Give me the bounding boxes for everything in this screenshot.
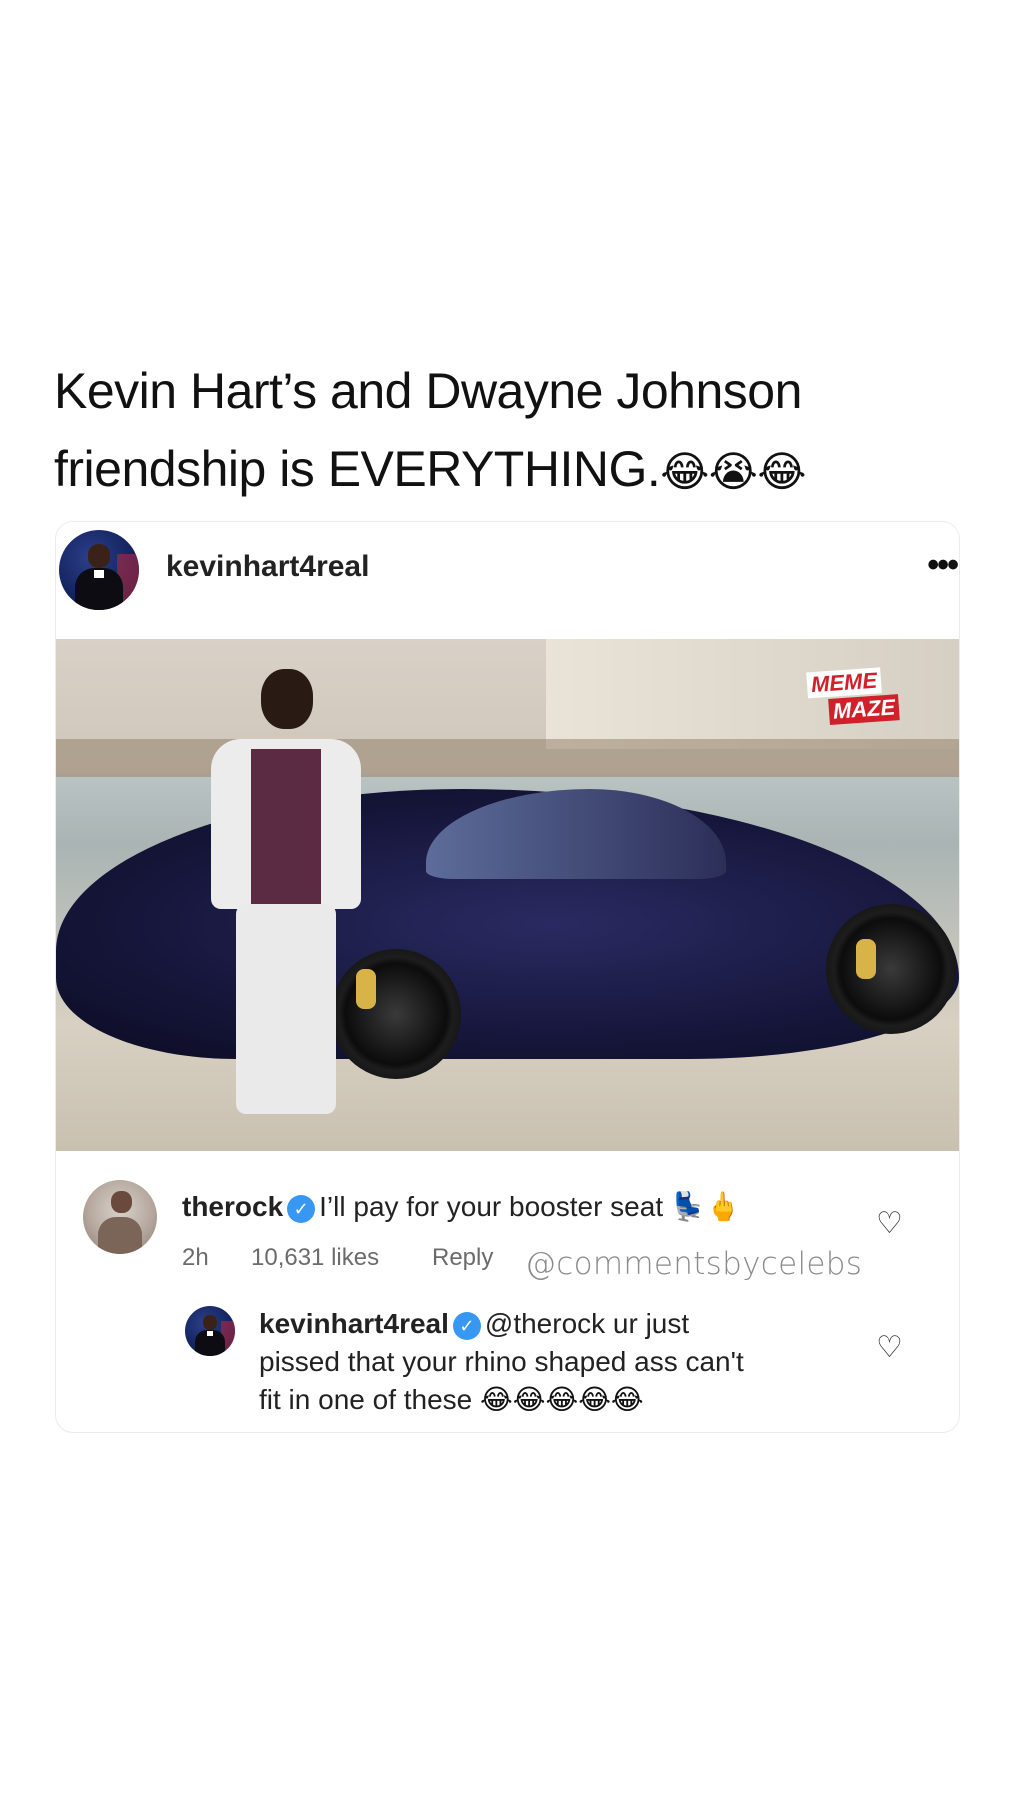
- comment-1-username[interactable]: therock: [182, 1191, 283, 1222]
- avatar[interactable]: [59, 530, 139, 610]
- comment-2-username[interactable]: kevinhart4real: [259, 1308, 449, 1339]
- comment-1-line: therock ✓ I’ll pay for your booster seat 💺…: [182, 1190, 741, 1223]
- therock-avatar[interactable]: [83, 1180, 157, 1254]
- comment-2-line1: @therock ur just: [484, 1308, 690, 1339]
- caption-emojis: 😂😭😂: [660, 447, 806, 496]
- caption-line-2-text: friendship is EVERYTHING.: [54, 441, 661, 497]
- verified-badge-icon: ✓: [452, 1311, 481, 1340]
- comment-1-time: 2h: [182, 1244, 209, 1271]
- like-heart-icon[interactable]: ♡: [876, 1330, 903, 1365]
- like-heart-icon[interactable]: ♡: [876, 1206, 903, 1241]
- comment-2-line2: pissed that your rhino shaped ass can't: [259, 1346, 744, 1377]
- post-photo: MEME MAZE: [56, 639, 959, 1151]
- post-username[interactable]: kevinhart4real: [166, 550, 369, 584]
- post-header: kevinhart4real •••: [56, 522, 959, 637]
- comment-1-emoji: 💺🖕: [670, 1190, 741, 1223]
- comment-2-body: kevinhart4real ✓ @therock ur just pissed t…: [259, 1305, 744, 1419]
- meme-maze-watermark: MEME MAZE: [806, 666, 908, 727]
- verified-badge-icon: ✓: [287, 1194, 316, 1223]
- comment-kevinhart-reply: kevinhart4real ✓ @therock ur just pissed t…: [56, 1303, 959, 1423]
- comment-1-text: I’ll pay for your booster seat: [319, 1191, 664, 1222]
- post-caption: Kevin Hart’s and Dwayne Johnson friendsh…: [54, 352, 954, 511]
- instagram-post-card: kevinhart4real ••• MEME MAZE therock ✓ I’l…: [55, 521, 960, 1433]
- reply-button[interactable]: Reply: [432, 1244, 493, 1272]
- comment-2-line3: fit in one of these: [259, 1384, 473, 1415]
- caption-line-1: Kevin Hart’s and Dwayne Johnson: [54, 363, 802, 419]
- comment-therock: therock ✓ I’ll pay for your booster seat 💺…: [56, 1176, 959, 1286]
- kevinhart-reply-avatar[interactable]: [185, 1306, 235, 1356]
- comment-2-emoji: 😂😂😂😂😂: [480, 1383, 644, 1416]
- comment-1-likes[interactable]: 10,631 likes: [251, 1244, 379, 1272]
- credit-watermark: @commentsbycelebs: [525, 1246, 863, 1282]
- more-options-icon[interactable]: •••: [927, 546, 959, 585]
- person-image: [211, 669, 361, 1149]
- caption-line-2: friendship is EVERYTHING.😂😭😂: [54, 430, 954, 511]
